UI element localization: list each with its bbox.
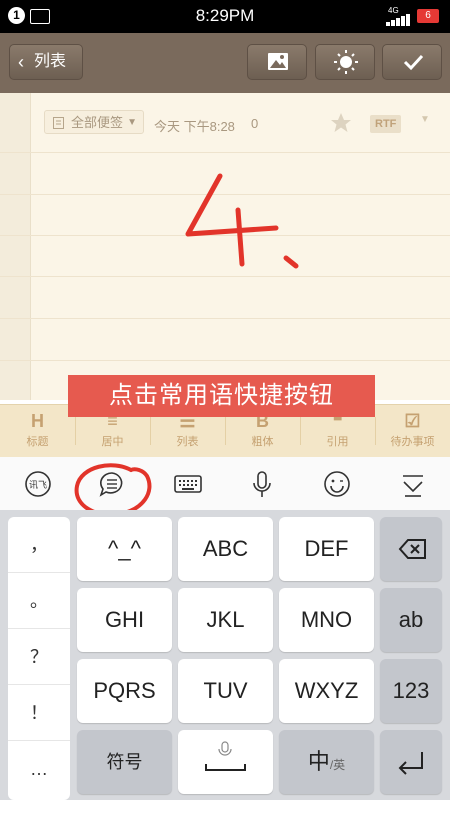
symbol-period-key[interactable]: 。 — [8, 573, 70, 629]
status-time: 8:29PM — [195, 6, 255, 25]
lang-sub-label: /英 — [329, 758, 346, 772]
keyboard-layout-button[interactable] — [157, 457, 217, 510]
star-icon[interactable] — [330, 112, 352, 134]
symbol-comma-key[interactable]: ， — [8, 517, 70, 573]
backspace-icon — [398, 539, 426, 559]
keyboard-icon — [174, 475, 202, 493]
checkbox-icon: ☑ — [404, 411, 421, 431]
note-rule — [0, 318, 450, 319]
voice-input-button[interactable] — [232, 457, 292, 510]
folder-icon — [53, 117, 64, 129]
chevron-down-icon: ▼ — [127, 117, 137, 128]
language-switch-key[interactable]: 中/英 — [279, 730, 374, 794]
image-icon — [268, 53, 288, 70]
symbol-ellipsis-key[interactable]: … — [8, 741, 70, 797]
insert-image-button[interactable] — [247, 44, 307, 80]
folder-label: 全部便签 — [71, 115, 124, 130]
key-123-mode[interactable]: 123 — [380, 659, 442, 723]
collapse-keyboard-icon — [403, 475, 423, 497]
xunfei-logo-icon: 讯飞 — [25, 471, 51, 497]
key-ghi[interactable]: GHI — [77, 588, 172, 652]
back-to-list-button[interactable]: ‹ 列表 — [9, 44, 83, 80]
key-tuv[interactable]: TUV — [178, 659, 273, 723]
chevron-down-icon[interactable]: ▼ — [420, 114, 430, 125]
microphone-icon — [253, 471, 271, 497]
hide-keyboard-button[interactable] — [383, 457, 443, 510]
symbols-key[interactable]: 符号 — [77, 730, 172, 794]
emoji-button[interactable] — [307, 457, 367, 510]
sun-icon — [334, 50, 358, 74]
key-def[interactable]: DEF — [279, 517, 374, 581]
heading-button[interactable]: H 标题 — [0, 405, 75, 457]
key-jkl[interactable]: JKL — [178, 588, 273, 652]
signal-icon — [386, 14, 410, 26]
key-mno[interactable]: MNO — [279, 588, 374, 652]
symbol-question-key[interactable]: ？ — [8, 629, 70, 685]
hint-tooltip: 点击常用语快捷按钮 — [68, 375, 375, 417]
space-key[interactable] — [178, 730, 273, 794]
smiley-icon — [324, 471, 350, 497]
done-button[interactable] — [382, 44, 442, 80]
note-timestamp: 今天 下午8:28 — [154, 119, 235, 134]
handwriting-drawing — [185, 173, 299, 269]
enter-icon — [398, 752, 423, 775]
symbol-exclaim-key[interactable]: ！ — [8, 685, 70, 741]
key-ab-mode[interactable]: ab — [380, 588, 442, 652]
note-rule — [0, 152, 450, 153]
note-toolbar: ‹ 列表 — [0, 33, 450, 93]
enter-key[interactable] — [380, 730, 442, 794]
key-abc[interactable]: ABC — [178, 517, 273, 581]
lang-main-label: 中 — [307, 749, 330, 774]
xunfei-logo-text: 讯飞 — [29, 480, 47, 491]
key-pqrs[interactable]: PQRS — [77, 659, 172, 723]
list-label: 列表 — [176, 436, 199, 448]
ime-logo-button[interactable]: 讯飞 — [8, 457, 68, 510]
ime-toolbar: 讯飞 — [0, 457, 450, 511]
quote-label: 引用 — [326, 436, 349, 448]
theme-button[interactable] — [315, 44, 375, 80]
status-bar: 1 8:29PM 4G 6 — [0, 0, 450, 33]
backspace-key[interactable] — [380, 517, 442, 581]
heading-icon: H — [31, 411, 44, 431]
key-emoticon[interactable]: ^_^ — [77, 517, 172, 581]
center-label: 居中 — [101, 436, 124, 448]
back-button-label: 列表 — [34, 53, 67, 70]
todo-label: 待办事项 — [390, 436, 435, 448]
space-mic-icon — [205, 741, 246, 771]
rtf-badge[interactable]: RTF — [370, 115, 402, 133]
key-wxyz[interactable]: WXYZ — [279, 659, 374, 723]
bold-label: 粗体 — [251, 436, 274, 448]
folder-selector[interactable]: 全部便签 ▼ — [44, 110, 144, 134]
symbol-column[interactable]: ， 。 ？ ！ … — [8, 517, 70, 800]
note-rule — [0, 360, 450, 361]
todo-button[interactable]: ☑ 待办事项 — [375, 405, 450, 457]
battery-icon: 6 — [417, 9, 439, 23]
heading-label: 标题 — [26, 436, 49, 448]
word-count: 0 — [251, 116, 259, 131]
chevron-left-icon: ‹ — [18, 52, 24, 72]
check-icon — [403, 54, 424, 71]
note-margin — [0, 93, 31, 400]
